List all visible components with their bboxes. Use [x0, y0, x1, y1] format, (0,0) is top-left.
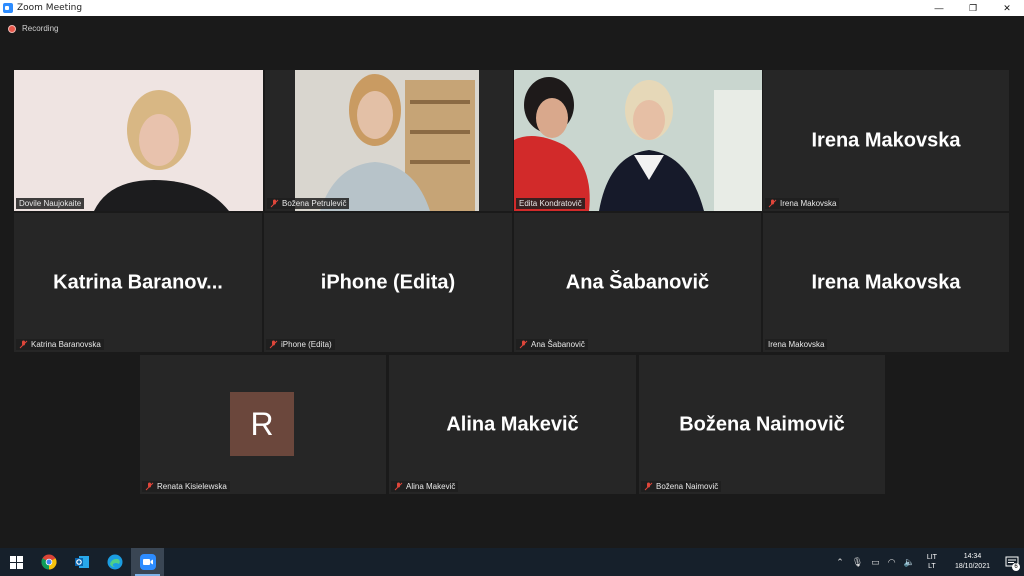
video-feed [265, 70, 513, 211]
participant-tile-katrina-baranovska[interactable]: Katrina Baranov... Katrina Baranovska [14, 213, 262, 352]
edge-icon [107, 554, 122, 570]
participant-name-tag: iPhone (Edita) [266, 339, 335, 350]
recording-dot-icon [8, 24, 16, 33]
participant-display-name: Božena Naimovič [679, 413, 845, 435]
windows-taskbar: ⌃ 🎙 ▭ ◠ 🔈 LIT LT 14:34 18/10/2021 6 [0, 548, 1024, 576]
outlook-icon [74, 556, 89, 568]
video-feed [14, 70, 263, 211]
clock-time: 14:34 [963, 553, 982, 560]
participant-tile-bozena-petrulevic[interactable]: Božena Petrulevič [265, 70, 513, 211]
participant-name-tag: Ana Šabanovič [516, 339, 588, 350]
participant-name-tag: Dovile Naujokaite [16, 198, 85, 209]
battery-icon[interactable]: ▭ [871, 557, 880, 568]
participant-display-name: Irena Makovska [811, 129, 961, 151]
microphone-icon[interactable]: 🎙 [852, 557, 863, 568]
windows-start-button[interactable] [0, 548, 32, 576]
zoom-icon [139, 554, 156, 570]
muted-microphone-icon [270, 199, 279, 208]
taskbar-outlook[interactable] [65, 548, 98, 576]
muted-microphone-icon [519, 340, 528, 349]
video-gallery: Dovile Naujokaite Božena Petrulevič Edit… [0, 0, 1024, 548]
participant-tile-irena-makovska-2[interactable]: Irena Makovska Irena Makovska [763, 213, 1009, 352]
participant-tile-edita-kondratovic[interactable]: Edita Kondratovič [514, 70, 762, 211]
participant-tile-ana-sabanovic[interactable]: Ana Šabanovič Ana Šabanovič [514, 213, 761, 352]
muted-microphone-icon [269, 340, 278, 349]
taskbar-zoom[interactable] [131, 548, 164, 576]
participant-tile-renata-kisielewska[interactable]: R Renata Kisielewska [140, 355, 386, 494]
participant-name-tag: Irena Makovska [765, 198, 840, 209]
participant-tile-dovile[interactable]: Dovile Naujokaite [14, 70, 263, 211]
video-feed [514, 70, 762, 211]
participant-avatar: R [230, 392, 294, 456]
participant-name-tag: Božena Petrulevič [267, 198, 350, 209]
recording-label: Recording [22, 24, 59, 33]
volume-icon[interactable]: 🔈 [904, 557, 915, 568]
participant-name-tag: Irena Makovska [765, 339, 828, 350]
participant-display-name: Ana Šabanovič [565, 271, 710, 293]
notification-count-badge: 6 [1012, 563, 1020, 571]
show-hidden-icons-chevron-icon[interactable]: ⌃ [836, 557, 844, 568]
recording-indicator[interactable]: Recording [8, 24, 58, 33]
wifi-icon[interactable]: ◠ [888, 557, 896, 568]
muted-microphone-icon [19, 340, 28, 349]
participant-tile-bozena-naimovic[interactable]: Božena Naimovič Božena Naimovič [639, 355, 885, 494]
action-center-button[interactable]: 6 [1000, 548, 1024, 576]
chrome-icon [40, 554, 57, 570]
participant-name-tag: Katrina Baranovska [16, 339, 104, 350]
windows-logo-icon [9, 555, 23, 569]
taskbar-edge[interactable] [98, 548, 131, 576]
system-tray: ⌃ 🎙 ▭ ◠ 🔈 LIT LT 14:34 18/10/2021 6 [832, 548, 1024, 576]
participant-display-name: Alina Makevič [446, 413, 579, 435]
muted-microphone-icon [394, 482, 403, 491]
participant-name-tag: Alina Makevič [391, 481, 459, 492]
muted-microphone-icon [644, 482, 653, 491]
input-language-indicator[interactable]: LIT LT [927, 553, 937, 571]
clock-date: 18/10/2021 [954, 563, 990, 570]
taskbar-clock[interactable]: 14:34 18/10/2021 [955, 552, 990, 572]
participant-name-tag: Edita Kondratovič [516, 198, 585, 209]
taskbar-chrome[interactable] [32, 548, 65, 576]
participant-display-name: Katrina Baranov... [53, 271, 223, 293]
muted-microphone-icon [768, 199, 777, 208]
participant-name-tag: Renata Kisielewska [142, 481, 230, 492]
participant-display-name: Irena Makovska [811, 271, 961, 293]
participant-display-name: iPhone (Edita) [320, 271, 456, 293]
muted-microphone-icon [145, 482, 154, 491]
participant-tile-alina-makevic[interactable]: Alina Makevič Alina Makevič [389, 355, 636, 494]
participant-tile-iphone-edita[interactable]: iPhone (Edita) iPhone (Edita) [264, 213, 512, 352]
participant-tile-irena-makovska[interactable]: Irena Makovska Irena Makovska [763, 70, 1009, 211]
participant-name-tag: Božena Naimovič [641, 481, 722, 492]
